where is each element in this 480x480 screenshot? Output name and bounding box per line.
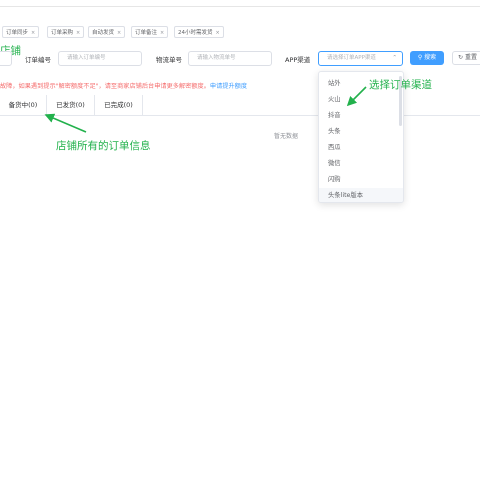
tab-completed[interactable]: 已完成(0)	[95, 95, 143, 115]
app-channel-placeholder: 请选择订单APP渠道	[327, 55, 376, 61]
chip-label: 订单采购	[51, 30, 74, 36]
reset-button-label: 重置	[464, 54, 477, 61]
chip-close-icon[interactable]: ×	[117, 30, 121, 36]
chip-order-purchase[interactable]: 订单采购 ×	[47, 26, 85, 38]
app-channel-select[interactable]: 请选择订单APP渠道 ⌃	[318, 51, 403, 66]
empty-state-text: 暂无数据	[274, 133, 299, 140]
option-weixin[interactable]: 微信	[319, 156, 403, 172]
tracking-label: 物流单号	[156, 56, 182, 64]
option-douyin[interactable]: 抖音	[319, 108, 403, 124]
chip-order-remark[interactable]: 订单备注 ×	[131, 26, 169, 38]
annotation-store-orders: 店铺所有的订单信息	[56, 140, 151, 152]
chip-close-icon[interactable]: ×	[31, 30, 35, 36]
option-toutiao-lite[interactable]: 头条lite版本	[319, 188, 403, 202]
chip-label: 24小时需发货	[178, 30, 213, 36]
orders-arrow-icon	[44, 113, 87, 133]
annotation-choose-channel: 选择订单渠道	[369, 79, 432, 91]
chip-close-icon[interactable]: ×	[76, 30, 80, 36]
tab-stocking[interactable]: 备货中(0)	[0, 95, 47, 115]
search-button-label: 搜索	[424, 54, 437, 61]
order-no-input[interactable]: 请输入订单编号	[58, 51, 142, 66]
option-xigua[interactable]: 西瓜	[319, 140, 403, 156]
window-top-bar	[0, 0, 480, 7]
order-no-label: 订单编号	[25, 56, 51, 64]
refresh-icon: ↻	[458, 54, 464, 61]
notice-text: 故障，如果遇到提示"解密额度不足"，请至商家店铺后台申请更多解密额度。	[0, 83, 210, 90]
search-button[interactable]: ⚲ 搜索	[410, 51, 444, 65]
app-channel-label: APP渠道	[285, 56, 311, 64]
apply-quota-link[interactable]: 申请提升额度	[210, 83, 247, 90]
store-select-edge[interactable]: ⌄	[0, 51, 12, 66]
chevron-up-icon: ⌃	[392, 55, 397, 61]
tracking-input[interactable]: 请输入物流单号	[188, 51, 272, 66]
chip-close-icon[interactable]: ×	[160, 30, 164, 36]
search-icon: ⚲	[417, 54, 423, 61]
chip-label: 订单同步	[6, 30, 29, 36]
annotation-arrows	[44, 86, 367, 133]
chip-24h-ship[interactable]: 24小时需发货 ×	[174, 26, 224, 38]
chip-label: 自动发货	[92, 30, 115, 36]
option-toutiao[interactable]: 头条	[319, 124, 403, 140]
chip-label: 订单备注	[135, 30, 158, 36]
reset-button[interactable]: ↻ 重置	[452, 51, 480, 65]
option-shangou[interactable]: 闪购	[319, 172, 403, 188]
chip-close-icon[interactable]: ×	[216, 30, 220, 36]
tab-shipped[interactable]: 已发货(0)	[47, 95, 95, 115]
option-huoshan[interactable]: 火山	[319, 92, 403, 108]
chip-order-sync[interactable]: 订单同步 ×	[2, 26, 40, 38]
decrypt-notice: 故障，如果遇到提示"解密额度不足"，请至商家店铺后台申请更多解密额度。申请提升额…	[0, 81, 247, 90]
chip-auto-ship[interactable]: 自动发货 ×	[88, 26, 126, 38]
